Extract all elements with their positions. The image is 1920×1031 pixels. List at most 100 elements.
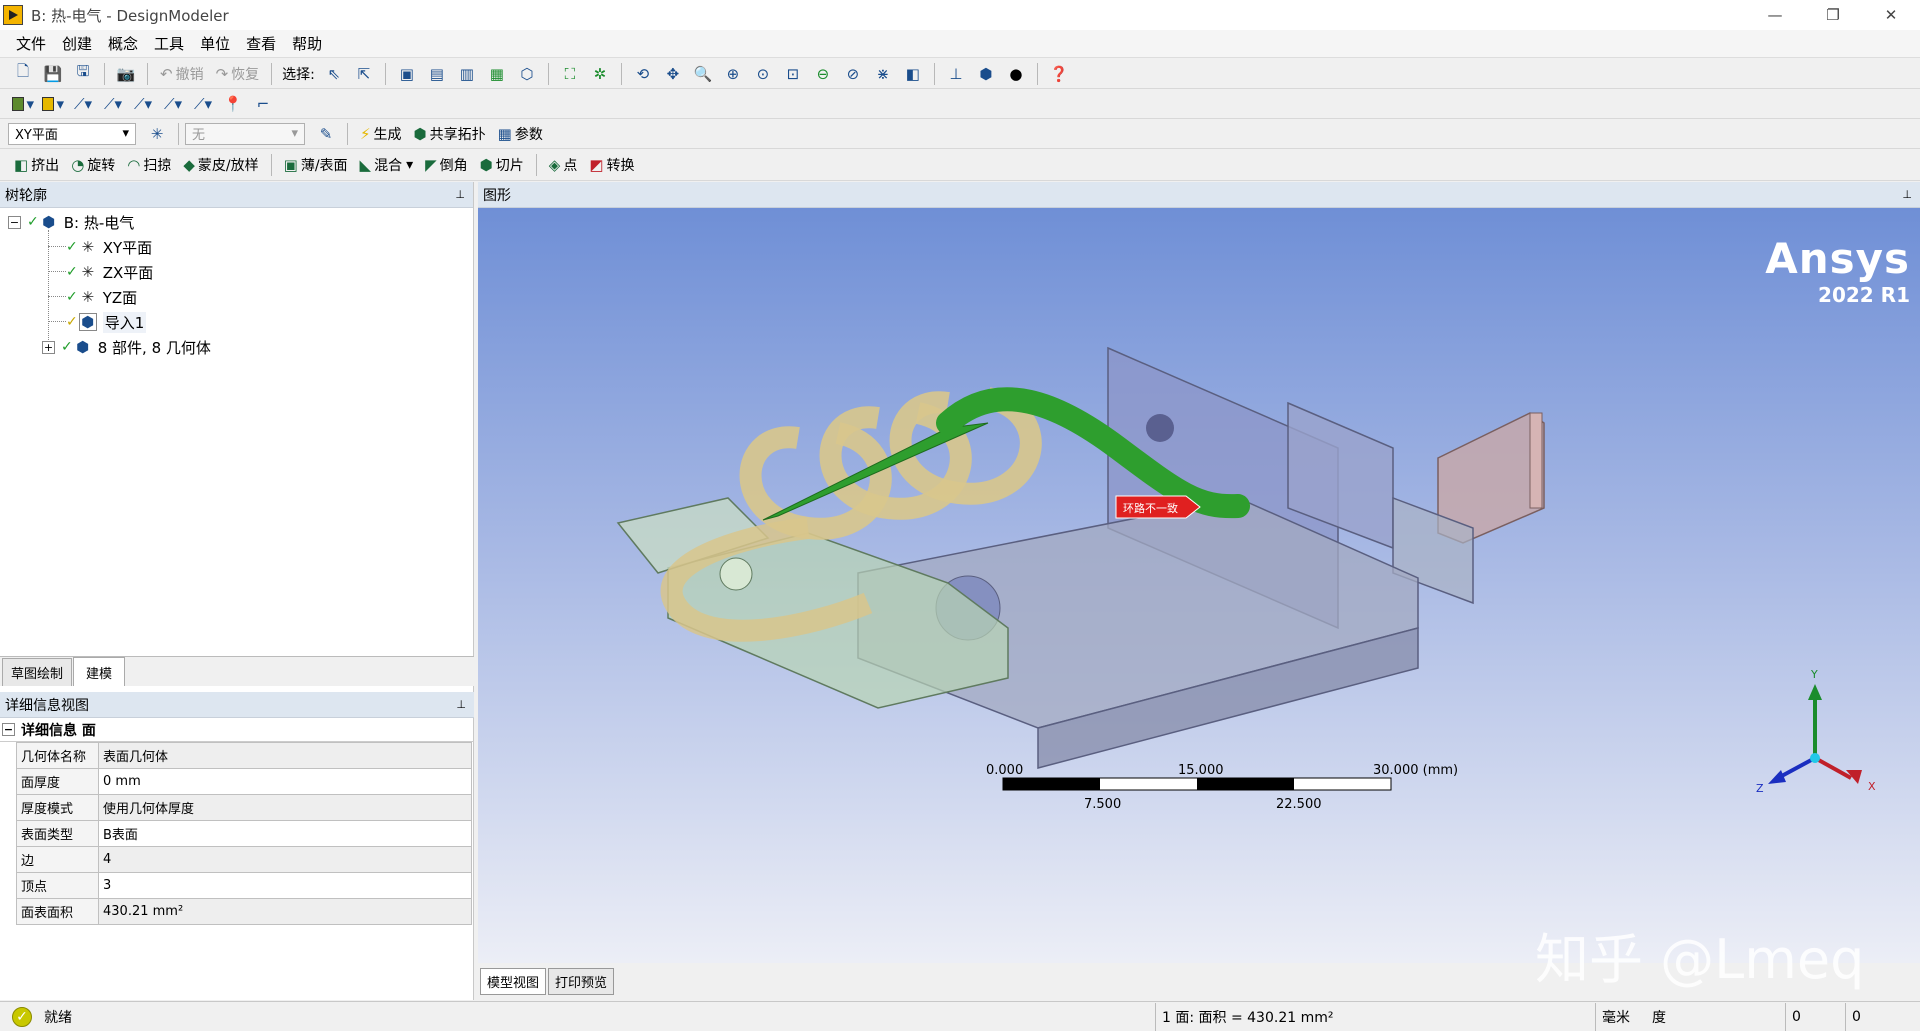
select-filter-icon[interactable]: ⇱ [353, 63, 375, 85]
details-value[interactable]: B表面 [98, 820, 472, 847]
display-model-icon[interactable]: ⬢ [975, 63, 997, 85]
thin-surface-button[interactable]: ▣ 薄/表面 [278, 153, 354, 177]
new-sketch-icon[interactable]: ✎ [315, 123, 337, 145]
line-tool-4-icon[interactable]: ⟋▾ [162, 93, 184, 115]
help-cursor-icon[interactable]: ❓ [1048, 63, 1070, 85]
status-bar: ✓ 就绪 1 面: 面积 = 430.21 mm² 毫米 度 0 0 [0, 1001, 1920, 1031]
tab-model-view[interactable]: 模型视图 [480, 968, 547, 995]
tab-sketching[interactable]: 草图绘制 [2, 658, 73, 686]
tree-item-yz-plane[interactable]: ✓ ✳ YZ面 [66, 285, 137, 309]
revolve-button[interactable]: ◔ 旋转 [65, 153, 121, 177]
menu-tools[interactable]: 工具 [146, 33, 192, 54]
save-icon[interactable]: 💾 [42, 63, 64, 85]
scale-bar-segment [1003, 778, 1100, 790]
display-plane-icon[interactable]: ◧ [902, 63, 924, 85]
display-triad-icon[interactable]: ⊥ [945, 63, 967, 85]
share-topology-button[interactable]: ⬢ 共享拓扑 [408, 122, 492, 146]
details-value[interactable]: 430.21 mm² [98, 898, 472, 925]
tree-item-zx-plane[interactable]: ✓ ✳ ZX平面 [66, 260, 153, 284]
blend-button[interactable]: ◣ 混合 ▾ [354, 153, 420, 177]
convert-button[interactable]: ◩ 转换 [583, 153, 640, 177]
undo-button[interactable]: ↶ 撤销 [154, 62, 210, 86]
edge-color-icon[interactable]: ▾ [42, 93, 64, 115]
restore-button[interactable]: ❐ [1804, 0, 1862, 30]
graphics-viewport[interactable]: Ansys 2022 R1 环路不一致 0.000 15.000 30.000 … [478, 208, 1920, 963]
menu-units[interactable]: 单位 [192, 33, 238, 54]
details-row: 边4 [16, 846, 472, 873]
close-button[interactable]: ✕ [1862, 0, 1920, 30]
select-bodies-icon[interactable]: ▦ [486, 63, 508, 85]
tab-print-preview[interactable]: 打印预览 [548, 968, 615, 995]
pin-icon[interactable]: ⊥ [456, 698, 466, 711]
magnifier-window-icon[interactable]: ⊡ [782, 63, 804, 85]
spring-coil-1[interactable] [739, 422, 892, 540]
menu-file[interactable]: 文件 [8, 33, 54, 54]
tree-item-xy-plane[interactable]: ✓ ✳ XY平面 [66, 235, 152, 259]
anchor-tool-icon[interactable]: ⌐ [252, 93, 274, 115]
line-tool-3-icon[interactable]: ⟋▾ [132, 93, 154, 115]
tree-item-parts[interactable]: + ✓ ⬢ 8 部件, 8 几何体 [42, 335, 211, 359]
screenshot-camera-icon[interactable]: 📷 [115, 63, 137, 85]
details-value[interactable]: 3 [98, 872, 472, 899]
details-view-title: 详细信息视图 [5, 697, 89, 714]
tree-item-import1[interactable]: ✓ ⬢ 导入1 [66, 310, 147, 334]
select-points-icon[interactable]: ▣ [396, 63, 418, 85]
save-as-icon[interactable]: 🖫 [72, 62, 94, 85]
details-value[interactable]: 使用几何体厚度 [98, 794, 472, 821]
face-color-icon[interactable]: ▾ [12, 93, 34, 115]
tree-item-root[interactable]: − ✓ ⬢ B: 热-电气 [8, 210, 134, 234]
menu-concept[interactable]: 概念 [100, 33, 146, 54]
menu-help[interactable]: 帮助 [284, 33, 330, 54]
select-mode-icon[interactable]: ⇖ [323, 63, 345, 85]
toolbar-separator [620, 62, 622, 85]
extend-selection-icon[interactable]: ⬡ [516, 63, 538, 85]
collapse-icon[interactable]: − [8, 215, 21, 229]
new-plane-icon[interactable]: ✳ [146, 123, 168, 145]
invert-selection-icon[interactable]: ✲ [589, 63, 611, 85]
details-key: 顶点 [16, 872, 99, 899]
plane-select[interactable]: XY平面 ▾ [8, 122, 136, 145]
pan-icon[interactable]: ✥ [662, 63, 684, 85]
sketch-select[interactable]: 无 ▾ [185, 122, 305, 145]
menu-create[interactable]: 创建 [54, 33, 100, 54]
details-value[interactable]: 表面几何体 [98, 742, 472, 769]
redo-button[interactable]: ↷ 恢复 [210, 62, 266, 86]
extrude-button[interactable]: ◧ 挤出 [8, 153, 65, 177]
sweep-button[interactable]: ◠ 扫掠 [121, 153, 177, 177]
display-point-icon[interactable]: ● [1005, 63, 1027, 85]
menu-view[interactable]: 查看 [238, 33, 284, 54]
plane-axes-icon: ✳ [81, 263, 95, 281]
collapse-icon[interactable]: − [2, 723, 15, 736]
details-group-face[interactable]: − 详细信息 面 [0, 718, 474, 742]
chamfer-button[interactable]: ◤ 倒角 [419, 153, 474, 177]
line-tool-1-icon[interactable]: ⟋▾ [72, 93, 94, 115]
zoom-icon[interactable]: 🔍 [692, 63, 714, 85]
iso-view-icon[interactable]: ⋇ [872, 63, 894, 85]
model-svg[interactable]: 环路不一致 0.000 15.000 30.000 (mm) 7.500 22.… [478, 208, 1920, 963]
previous-view-icon[interactable]: ⊖ [812, 63, 834, 85]
minimize-button[interactable]: — [1746, 0, 1804, 30]
expand-icon[interactable]: + [42, 340, 55, 354]
pin-icon[interactable]: ⊥ [455, 188, 465, 201]
select-faces-icon[interactable]: ▥ [456, 63, 478, 85]
pin-tool-icon[interactable]: 📍 [222, 93, 244, 115]
details-value[interactable]: 0 mm [98, 768, 472, 795]
pin-icon[interactable]: ⊥ [1902, 188, 1912, 201]
select-edges-icon[interactable]: ▤ [426, 63, 448, 85]
line-tool-5-icon[interactable]: ⟋▾ [192, 93, 214, 115]
zoom-box-icon[interactable]: ⊕ [722, 63, 744, 85]
skin-loft-button[interactable]: ◆ 蒙皮/放样 [177, 153, 264, 177]
toolbar-sketch: ▾ ▾ ⟋▾ ⟋▾ ⟋▾ ⟋▾ ⟋▾ 📍 ⌐ [0, 89, 1920, 119]
tab-modeling[interactable]: 建模 [73, 657, 126, 686]
line-tool-2-icon[interactable]: ⟋▾ [102, 93, 124, 115]
rotate-icon[interactable]: ⟲ [632, 63, 654, 85]
details-value[interactable]: 4 [98, 846, 472, 873]
parameters-button[interactable]: ▦ 参数 [492, 122, 549, 146]
zoom-to-fit-icon[interactable]: ⊙ [752, 63, 774, 85]
select-all-icon[interactable]: ⛶ [559, 63, 581, 85]
next-view-icon[interactable]: ⊘ [842, 63, 864, 85]
new-file-icon[interactable]: 🗋 [12, 62, 34, 85]
point-button[interactable]: ◈ 点 [543, 153, 584, 177]
slice-button[interactable]: ⬢ 切片 [474, 153, 530, 177]
generate-button[interactable]: ⚡ 生成 [354, 122, 408, 146]
